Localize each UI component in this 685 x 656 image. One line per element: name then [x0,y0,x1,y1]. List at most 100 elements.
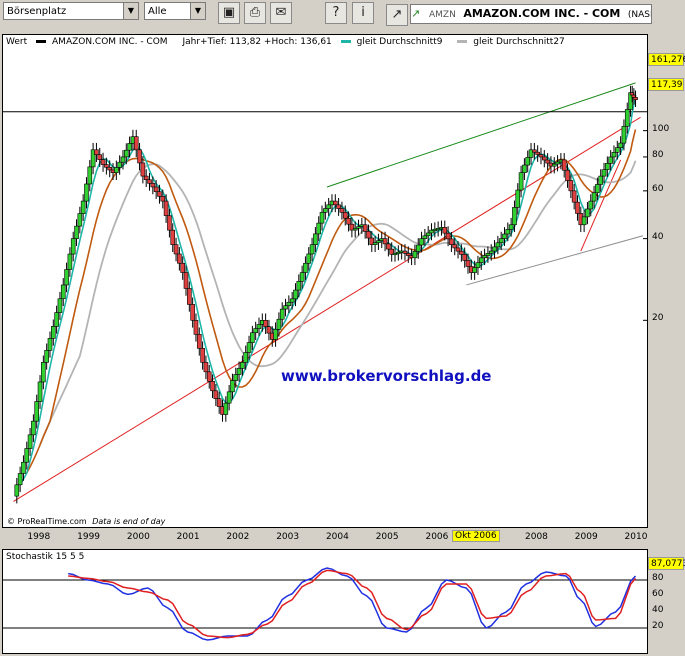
candle-body [180,262,185,273]
x-tick-label: 2002 [226,532,250,542]
candle-body [472,267,477,273]
candle-body [482,255,487,259]
help-icon[interactable]: ? [325,2,347,24]
candle-body [140,162,146,177]
save-icon[interactable]: ▣ [218,2,240,24]
candle-body [44,350,49,363]
trendline-tag: 117,39 [648,78,684,91]
candle-body [123,149,129,158]
candle-body [240,362,245,369]
candle-body [230,380,235,393]
chevron-down-icon[interactable]: ▼ [190,3,205,19]
filter-dropdown-label: Alle [148,6,167,17]
stochastic-value-tag: 87,0773 [648,557,685,570]
candle-body [293,289,298,300]
candle-body [488,250,494,254]
candle-body [37,381,43,402]
candle-body [362,224,368,232]
company-name: AMAZON.COM INC. - COM [463,7,621,20]
candle-body [243,352,249,363]
candle-body [455,247,461,252]
candle-body [80,200,86,214]
candle-body [633,97,638,101]
candle-body [107,166,112,171]
info-icon[interactable]: i [352,2,374,24]
candle-body [206,371,212,382]
candle-body [402,250,408,254]
candle-body [84,183,89,202]
candle-body [127,143,132,151]
candle-body [605,163,610,171]
support-trendline [13,116,641,502]
candle-body [100,159,106,165]
exchange-name: (NASDAQ [627,10,651,20]
candle-body [561,159,567,171]
candle-body [253,328,258,334]
y-tick-label: 20 [652,313,664,324]
candle-body [266,326,272,334]
filter-dropdown[interactable]: Alle ▼ [144,2,206,20]
candle-body [319,212,325,224]
x-tick-label: 2000 [126,532,150,542]
candle-body [163,200,169,216]
candle-body [173,244,179,255]
candle-body [535,151,540,155]
candle-body [233,374,239,381]
candle-body [256,324,262,329]
candle-body [459,250,464,255]
candle-body [462,254,467,261]
candle-body [309,244,315,255]
highlight-date: Okt 2006 [452,530,500,542]
candle-body [263,320,268,328]
stochastic-panel: Stochastik 15 5 5 [2,549,648,654]
candle-body [551,163,557,167]
candle-body [104,164,109,168]
candle-body [442,227,448,234]
candle-body [502,233,507,239]
candle-body [425,232,431,237]
candle-body [575,201,580,214]
candle-body [598,175,604,185]
candle-body [21,461,26,474]
exchange-dropdown[interactable]: Börsenplatz ▼ [3,2,139,20]
candle-body [190,304,195,321]
candle-body [41,362,46,383]
candle-body [283,305,288,310]
candle-body [522,164,527,173]
candle-body [133,136,139,151]
x-tick-label: 2009 [574,532,598,542]
candle-body [376,240,381,243]
chevron-down-icon[interactable]: ▼ [123,3,138,19]
candle-body [601,169,607,177]
stoch-y-tick-label: 40 [652,605,664,615]
symbol-code: AMZN [429,10,456,20]
candle-body [200,348,205,363]
watermark: www.brokervorschlag.de [281,367,492,385]
symbol-box[interactable]: ↗ AMZN AMAZON.COM INC. - COM (NASDAQ [410,4,652,24]
x-tick-label: 2010 [624,532,648,542]
candle-body [346,217,351,225]
candle-body [14,484,20,497]
candle-body [545,159,550,164]
candle-body [223,402,229,415]
upper-trendline [326,82,636,188]
candle-body [478,257,484,264]
candle-body [143,175,149,181]
candle-body [296,281,302,291]
mail-icon[interactable]: ✉ [270,2,292,24]
candle-body [316,222,322,235]
candle-body [216,398,222,407]
candle-body [286,301,292,306]
candle-body [386,243,391,250]
ma-extra-line [26,129,637,474]
candle-body [332,200,338,206]
chart-icon[interactable]: ↗ [386,4,408,26]
print-icon[interactable]: ⎙ [244,2,266,24]
candle-body [77,213,83,227]
x-tick-label: 2008 [525,532,548,542]
candle-body [203,362,209,373]
price-panel: Wert AMAZON.COM INC. - COM Jahr+Tief: 11… [2,34,648,528]
candle-body [94,149,99,156]
candle-body [525,157,531,166]
candle-body [47,338,53,351]
